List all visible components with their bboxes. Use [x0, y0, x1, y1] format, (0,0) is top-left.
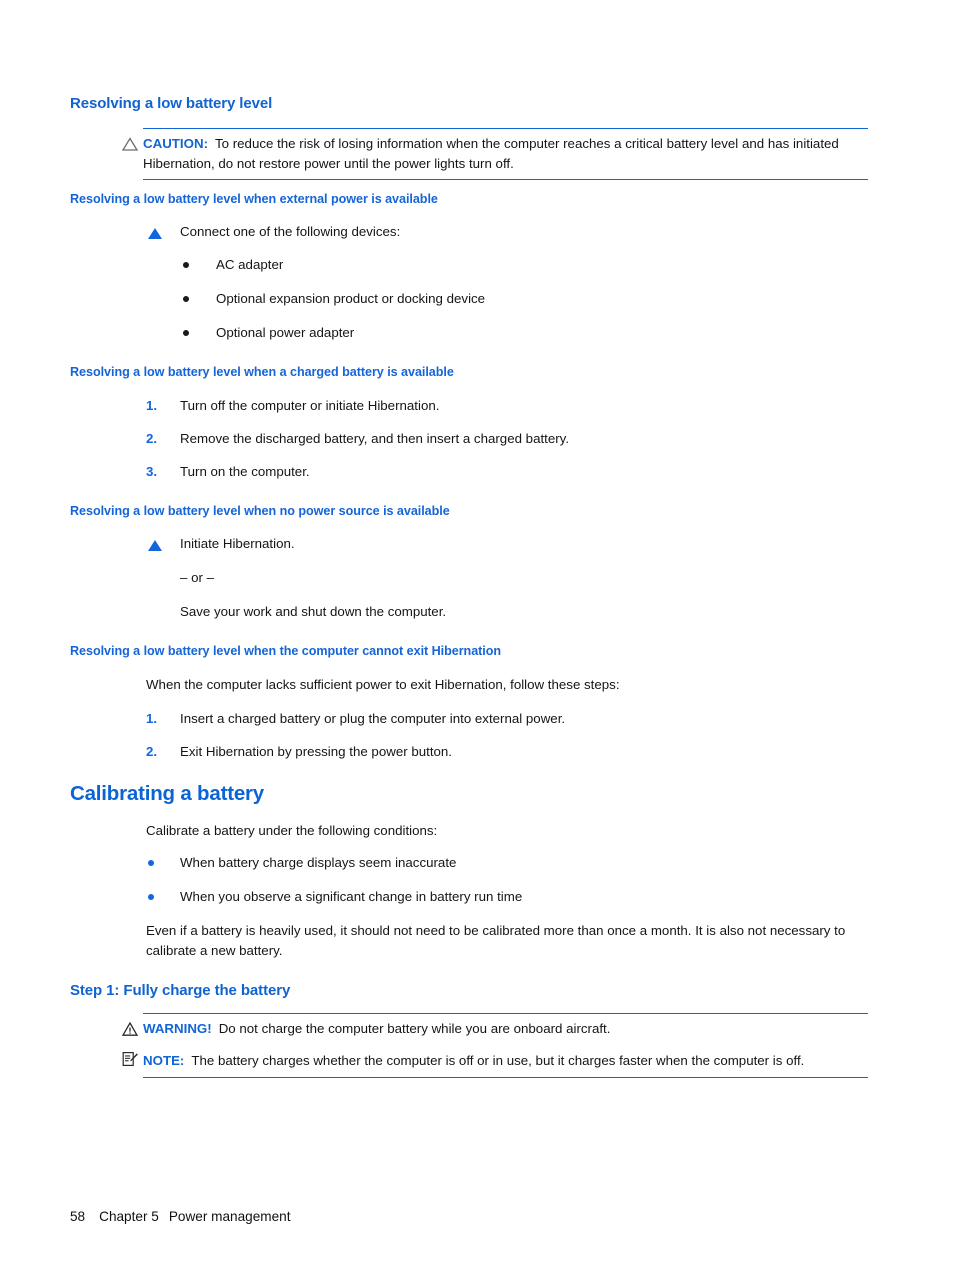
subheading-cannot-exit-hibernation: Resolving a low battery level when the c…: [70, 644, 502, 658]
or-separator-text: – or –: [180, 570, 215, 585]
step-item: Turn on the computer.: [180, 464, 310, 479]
note-text: The battery charges whether the computer…: [191, 1053, 805, 1068]
caution-admonition: CAUTION: To reduce the risk of losing inf…: [121, 128, 868, 180]
list-item-significant-change-runtime: When you observe a significant change in…: [180, 889, 523, 904]
section-heading-resolving-low-battery: Resolving a low battery level: [70, 95, 273, 112]
subheading-external-power-available: Resolving a low battery level when exter…: [70, 192, 438, 206]
list-item-connect-devices: Connect one of the following devices:: [180, 224, 401, 239]
list-item-expansion-product: Optional expansion product or docking de…: [216, 291, 486, 306]
warning-triangle-icon: [121, 1020, 139, 1038]
calibrating-lead-text: Calibrate a battery under the following …: [146, 823, 438, 838]
warning-label: WARNING!: [143, 1021, 212, 1036]
footer-page-number: 58: [70, 1209, 86, 1224]
step-item: Insert a charged battery or plug the com…: [180, 711, 566, 726]
note-admonition: NOTE: The battery charges whether the com…: [122, 1046, 868, 1078]
list-item-charge-displays-inaccurate: When battery charge displays seem inaccu…: [180, 855, 457, 870]
caution-text: To reduce the risk of losing information…: [143, 136, 839, 171]
footer-chapter: Chapter 5: [99, 1209, 159, 1224]
list-number: 2.: [146, 431, 158, 446]
bullet-icon: [183, 262, 189, 268]
list-number: 3.: [146, 464, 158, 479]
heading-calibrating-a-battery: Calibrating a battery: [70, 782, 265, 805]
note-pencil-icon: [121, 1050, 139, 1068]
bullet-icon: [183, 296, 189, 302]
subheading-no-power-source: Resolving a low battery level when no po…: [70, 504, 450, 518]
note-text-block: NOTE: The battery charges whether the com…: [143, 1051, 868, 1071]
cannot-exit-lead-text: When the computer lacks sufficient power…: [146, 677, 620, 692]
footer-chapter-title: Power management: [168, 1209, 291, 1224]
step-item: Remove the discharged battery, and then …: [180, 431, 570, 446]
list-item-optional-power-adapter: Optional power adapter: [216, 325, 355, 340]
triangle-bullet-icon: [148, 540, 162, 551]
note-label: NOTE:: [143, 1053, 185, 1068]
list-item-ac-adapter: AC adapter: [216, 257, 284, 272]
subheading-charged-battery-available: Resolving a low battery level when a cha…: [70, 365, 454, 379]
bullet-icon: [148, 894, 154, 900]
caution-label: CAUTION:: [143, 136, 208, 151]
warning-admonition: WARNING! Do not charge the computer batte…: [121, 1013, 868, 1045]
heading-step1-fully-charge: Step 1: Fully charge the battery: [70, 982, 291, 999]
bullet-icon: [183, 330, 189, 336]
step-item: Turn off the computer or initiate Hibern…: [180, 398, 440, 413]
warning-text-block: WARNING! Do not charge the computer batte…: [143, 1019, 868, 1039]
triangle-bullet-icon: [148, 228, 162, 239]
bullet-icon: [148, 860, 154, 866]
list-number: 2.: [146, 744, 158, 759]
caution-triangle-icon: [121, 135, 139, 153]
document-page: Resolving a low battery level CAUTION: To…: [0, 0, 954, 1270]
list-number: 1.: [146, 711, 158, 726]
alternative-action-text: Save your work and shut down the compute…: [180, 604, 447, 619]
page-footer: 58 Chapter 5 Power management: [70, 1209, 290, 1224]
calibrating-note-paragraph: Even if a battery is heavily used, it sh…: [146, 923, 846, 958]
step-item: Exit Hibernation by pressing the power b…: [180, 744, 453, 759]
warning-text: Do not charge the computer battery while…: [218, 1021, 611, 1036]
list-item-initiate-hibernation: Initiate Hibernation.: [180, 536, 295, 551]
caution-text-block: CAUTION: To reduce the risk of losing inf…: [143, 134, 868, 173]
list-number: 1.: [146, 398, 158, 413]
